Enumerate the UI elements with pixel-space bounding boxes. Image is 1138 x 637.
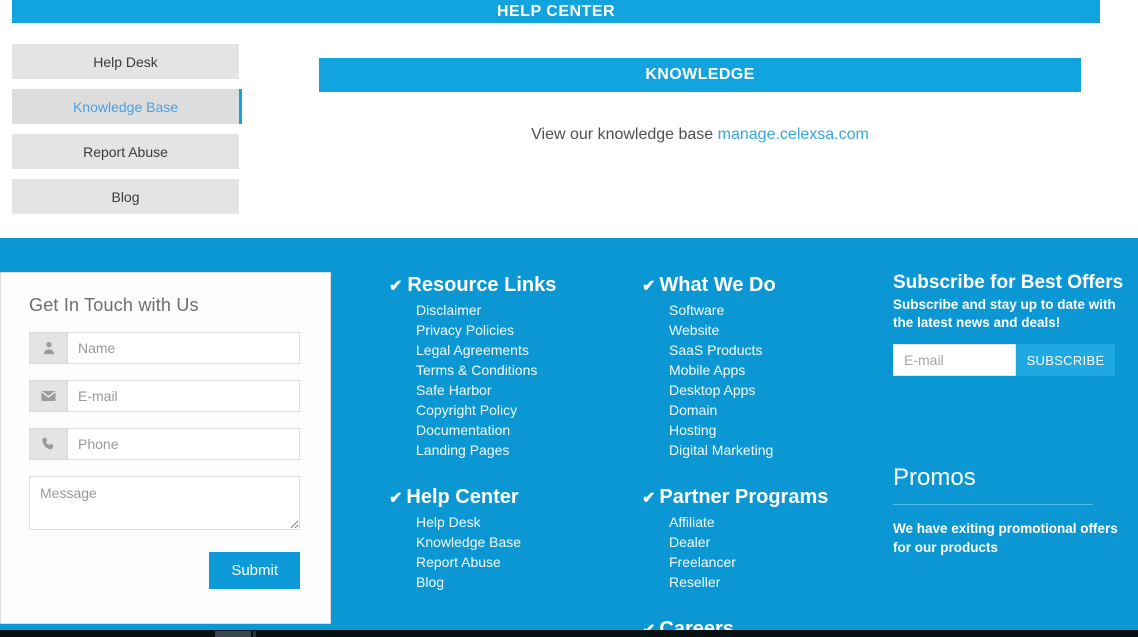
help-center-heading: ✔ Help Center bbox=[389, 486, 629, 509]
taskbar-window-button-secondary[interactable] bbox=[253, 631, 256, 637]
name-field-row bbox=[29, 332, 300, 364]
check-icon: ✔ bbox=[389, 490, 403, 507]
submit-row: Submit bbox=[29, 552, 300, 589]
heading-label: What We Do bbox=[659, 274, 776, 296]
list-item[interactable]: Mobile Apps bbox=[669, 360, 892, 380]
site-footer: Get In Touch with Us Name E-mail Phone M… bbox=[0, 238, 1138, 637]
list-item[interactable]: Domain bbox=[669, 400, 892, 420]
list-item[interactable]: Safe Harbor bbox=[416, 380, 629, 400]
list-item[interactable]: Software bbox=[669, 300, 892, 320]
submit-button[interactable]: Submit bbox=[209, 552, 300, 589]
promos-title: Promos bbox=[893, 464, 976, 491]
taskbar-window-button[interactable] bbox=[215, 631, 251, 637]
partner-programs-heading: ✔ Partner Programs bbox=[642, 486, 892, 509]
sidebar-item-help-desk[interactable]: Help Desk bbox=[12, 44, 239, 79]
contact-form-title: Get In Touch with Us bbox=[29, 295, 199, 315]
heading-label: Resource Links bbox=[407, 274, 557, 296]
list-item[interactable]: Disclaimer bbox=[416, 300, 629, 320]
email-input[interactable] bbox=[67, 380, 300, 412]
knowledge-panel-header: KNOWLEDGE bbox=[319, 58, 1081, 92]
footer-column-services: ✔ What We Do Software Website SaaS Produ… bbox=[642, 274, 892, 637]
sidebar-item-blog[interactable]: Blog bbox=[12, 179, 239, 214]
promos-divider bbox=[893, 504, 1093, 505]
help-center-title: HELP CENTER bbox=[496, 2, 616, 20]
check-icon: ✔ bbox=[642, 490, 656, 507]
envelope-icon bbox=[29, 380, 67, 412]
sidebar-item-label: Blog bbox=[111, 188, 140, 205]
list-item[interactable]: Desktop Apps bbox=[669, 380, 892, 400]
list-item[interactable]: Landing Pages bbox=[416, 440, 629, 460]
subscribe-description: Subscribe and stay up to date with the l… bbox=[893, 297, 1116, 330]
resource-links-list: Disclaimer Privacy Policies Legal Agreem… bbox=[389, 300, 629, 460]
message-textarea[interactable] bbox=[29, 476, 300, 530]
promos-section: Promos We have exiting promotional offer… bbox=[893, 464, 1138, 557]
list-item[interactable]: Privacy Policies bbox=[416, 320, 629, 340]
help-center-list: Help Desk Knowledge Base Report Abuse Bl… bbox=[389, 512, 629, 592]
list-item[interactable]: Blog bbox=[416, 572, 629, 592]
help-center-banner: HELP CENTER bbox=[12, 0, 1100, 23]
list-item[interactable]: Website bbox=[669, 320, 892, 340]
sidebar-item-label: Knowledge Base bbox=[72, 98, 179, 115]
knowledge-body-text: View our knowledge base bbox=[531, 126, 718, 143]
check-icon: ✔ bbox=[642, 278, 656, 295]
footer-column-subscribe: Subscribe for Best Offers Subscribe and … bbox=[893, 272, 1138, 557]
knowledge-base-link[interactable]: manage.celexsa.com bbox=[718, 126, 869, 143]
phone-field-row bbox=[29, 428, 300, 460]
subscribe-title: Subscribe for Best Offers bbox=[893, 272, 1124, 293]
heading-label: Partner Programs bbox=[659, 486, 829, 508]
what-we-do-heading: ✔ What We Do bbox=[642, 274, 892, 297]
list-item[interactable]: Copyright Policy bbox=[416, 400, 629, 420]
sidebar-nav: Help Desk Knowledge Base Report Abuse Bl… bbox=[12, 44, 242, 224]
subscribe-email-input[interactable] bbox=[893, 344, 1016, 376]
column-spacer bbox=[642, 460, 892, 486]
column-spacer bbox=[642, 592, 892, 618]
subscribe-form: SUBSCRIBE bbox=[893, 344, 1115, 376]
list-item[interactable]: Affiliate bbox=[669, 512, 892, 532]
knowledge-body: View our knowledge base manage.celexsa.c… bbox=[319, 126, 1081, 144]
list-item[interactable]: Dealer bbox=[669, 532, 892, 552]
list-item[interactable]: Legal Agreements bbox=[416, 340, 629, 360]
list-item[interactable]: Report Abuse bbox=[416, 552, 629, 572]
resource-links-heading: ✔ Resource Links bbox=[389, 274, 629, 297]
subscribe-button[interactable]: SUBSCRIBE bbox=[1016, 344, 1115, 376]
what-we-do-list: Software Website SaaS Products Mobile Ap… bbox=[642, 300, 892, 460]
sidebar-item-label: Help Desk bbox=[93, 53, 158, 70]
promos-text: We have exiting promotional offers for o… bbox=[893, 521, 1118, 555]
column-spacer bbox=[389, 460, 629, 486]
sidebar-item-knowledge-base[interactable]: Knowledge Base bbox=[12, 89, 242, 124]
knowledge-panel-title: KNOWLEDGE bbox=[645, 66, 755, 83]
list-item[interactable]: Reseller bbox=[669, 572, 892, 592]
heading-label: Help Center bbox=[406, 486, 519, 508]
list-item[interactable]: Freelancer bbox=[669, 552, 892, 572]
os-taskbar bbox=[0, 630, 1138, 637]
list-item[interactable]: Digital Marketing bbox=[669, 440, 892, 460]
partner-programs-list: Affiliate Dealer Freelancer Reseller bbox=[642, 512, 892, 592]
page-root: HELP CENTER Help Desk Knowledge Base Rep… bbox=[0, 0, 1138, 637]
sidebar-item-label: Report Abuse bbox=[83, 143, 168, 160]
list-item[interactable]: Knowledge Base bbox=[416, 532, 629, 552]
email-field-row bbox=[29, 380, 300, 412]
list-item[interactable]: Terms & Conditions bbox=[416, 360, 629, 380]
user-icon bbox=[29, 332, 67, 364]
phone-icon bbox=[29, 428, 67, 460]
contact-form-card: Get In Touch with Us Name E-mail Phone M… bbox=[0, 272, 331, 624]
name-input[interactable] bbox=[67, 332, 300, 364]
list-item[interactable]: SaaS Products bbox=[669, 340, 892, 360]
list-item[interactable]: Help Desk bbox=[416, 512, 629, 532]
footer-column-resources: ✔ Resource Links Disclaimer Privacy Poli… bbox=[389, 274, 629, 592]
sidebar-item-report-abuse[interactable]: Report Abuse bbox=[12, 134, 239, 169]
list-item[interactable]: Hosting bbox=[669, 420, 892, 440]
check-icon: ✔ bbox=[389, 278, 403, 295]
phone-input[interactable] bbox=[67, 428, 300, 460]
list-item[interactable]: Documentation bbox=[416, 420, 629, 440]
